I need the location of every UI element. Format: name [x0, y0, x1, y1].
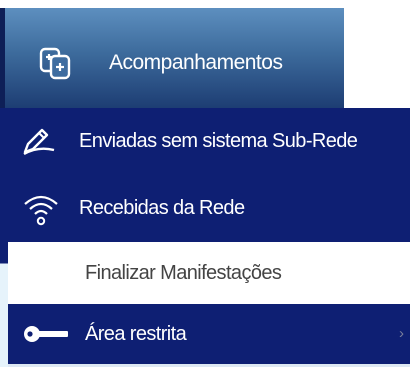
menu-item-recebidas-label: Recebidas da Rede	[79, 197, 245, 219]
menu-item-area-restrita-label: Área restrita	[85, 323, 187, 345]
header-empty-area	[344, 8, 410, 108]
pen-icon	[23, 128, 55, 156]
header-bar: Acompanhamentos	[0, 8, 410, 108]
wifi-icon	[24, 195, 58, 226]
key-icon	[24, 326, 68, 342]
menu-item-recebidas[interactable]: Recebidas da Rede	[8, 174, 410, 242]
menu-item-area-restrita[interactable]: Área restrita ›	[8, 304, 410, 364]
app-frame: Acompanhamentos Enviadas sem sistema Sub…	[0, 0, 410, 367]
top-strip	[0, 0, 410, 8]
menu-item-finalizar[interactable]: Finalizar Manifestações	[8, 242, 410, 304]
menu-item-enviadas-label: Enviadas sem sistema Sub-Rede	[79, 130, 358, 152]
submenu: Enviadas sem sistema Sub-Rede Recebidas …	[8, 108, 410, 366]
tab-acompanhamentos[interactable]: Acompanhamentos	[0, 8, 344, 108]
chevron-right-icon: ›	[399, 325, 404, 342]
menu-left-edge	[0, 108, 8, 367]
documents-icon	[39, 47, 71, 80]
menu-item-finalizar-label: Finalizar Manifestações	[85, 262, 282, 284]
tab-acompanhamentos-label: Acompanhamentos	[109, 51, 283, 74]
menu-item-enviadas[interactable]: Enviadas sem sistema Sub-Rede	[8, 108, 410, 174]
